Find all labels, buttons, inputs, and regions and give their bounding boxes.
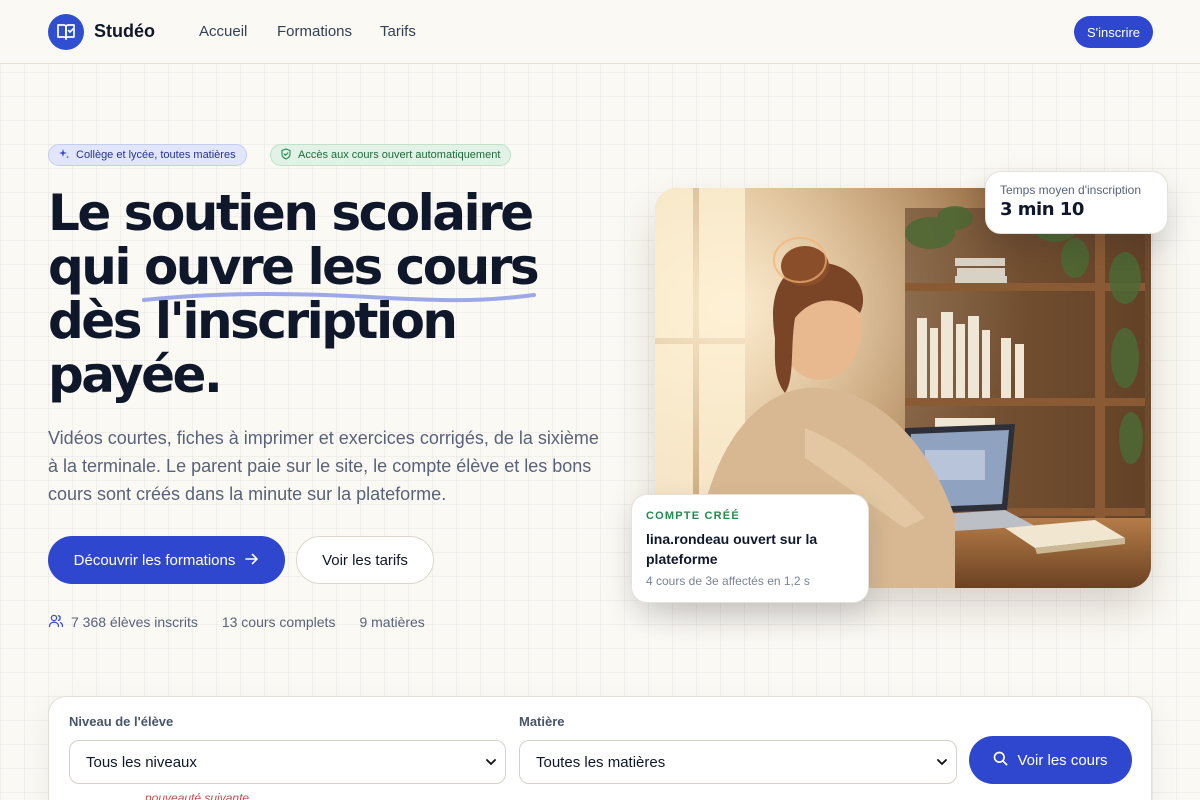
highlight-underline: [141, 291, 536, 303]
stat-courses: 13 cours complets: [221, 614, 336, 630]
stat-students: 7 368 élèves inscrits: [48, 614, 198, 631]
signup-button[interactable]: S'inscrire: [1074, 16, 1153, 48]
view-pricing-button[interactable]: Voir les tarifs: [296, 536, 434, 584]
arrow-right-icon: [245, 552, 259, 569]
level-label: Niveau de l'élève: [69, 714, 174, 729]
account-created-title: lina.rondeau ouvert sur la plateforme: [646, 531, 818, 567]
nav-tarifs[interactable]: Tarifs: [380, 23, 416, 40]
level-badge: Collège et lycée, toutes matières: [48, 144, 247, 166]
course-search-panel: Niveau de l'élève Tous les niveaux Matiè…: [48, 696, 1152, 800]
hero-description: Vidéos courtes, fiches à imprimer et exe…: [48, 428, 599, 504]
shield-check-icon: [280, 147, 292, 163]
level-select-value: Tous les niveaux: [86, 753, 197, 771]
view-courses-button[interactable]: Voir les cours: [969, 736, 1132, 784]
discover-courses-label: Découvrir les formations: [73, 551, 236, 569]
level-select[interactable]: Tous les niveaux: [69, 740, 506, 784]
headline-highlight: ouvre les cours: [141, 238, 540, 303]
account-created-subtitle: 4 cours de 3e affectés en 1,2 s: [646, 574, 810, 588]
headline-line-4: payée.: [48, 346, 223, 404]
chevron-down-icon: [936, 755, 948, 773]
access-badge-label: Accès aux cours ouvert automatiquement: [298, 149, 501, 161]
headline-line-1: Le soutien scolaire: [48, 184, 534, 242]
hero-stats: 7 368 élèves inscrits 13 cours complets …: [48, 612, 449, 632]
avg-signup-time-label: Temps moyen d'inscription: [1000, 183, 1142, 197]
hero-headline: Le soutien scolaire qui ouvre les cours …: [48, 186, 638, 402]
discover-courses-button[interactable]: Découvrir les formations: [48, 536, 285, 584]
avg-signup-time-value: 3 min 10: [1000, 199, 1084, 220]
avg-signup-time-card: Temps moyen d'inscription 3 min 10: [985, 171, 1168, 234]
view-courses-label: Voir les cours: [1017, 751, 1108, 769]
access-badge: Accès aux cours ouvert automatiquement: [270, 144, 512, 166]
sparkle-icon: [58, 148, 70, 163]
handwritten-note: nouveauté suivante: [145, 791, 250, 800]
search-icon: [993, 751, 1008, 770]
book-check-icon[interactable]: [48, 14, 84, 50]
top-navigation-bar: Studéo Accueil Formations Tarifs S'inscr…: [0, 0, 1200, 64]
nav-formations[interactable]: Formations: [277, 23, 352, 40]
level-badge-label: Collège et lycée, toutes matières: [76, 149, 236, 161]
nav-accueil[interactable]: Accueil: [199, 23, 247, 40]
brand-name[interactable]: Studéo: [94, 21, 155, 42]
headline-line-2-start: qui: [48, 238, 144, 296]
chevron-down-icon: [485, 755, 497, 773]
subject-label: Matière: [519, 714, 565, 729]
account-created-kicker: COMPTE CRÉÉ: [646, 510, 740, 522]
subject-select[interactable]: Toutes les matières: [519, 740, 957, 784]
stat-students-label: 7 368 élèves inscrits: [71, 614, 198, 630]
stat-subjects: 9 matières: [359, 614, 425, 630]
account-created-card: COMPTE CRÉÉ lina.rondeau ouvert sur la p…: [631, 494, 869, 603]
headline-line-2: qui ouvre les cours: [48, 238, 638, 303]
users-icon: [48, 614, 64, 631]
subject-select-value: Toutes les matières: [536, 753, 666, 771]
